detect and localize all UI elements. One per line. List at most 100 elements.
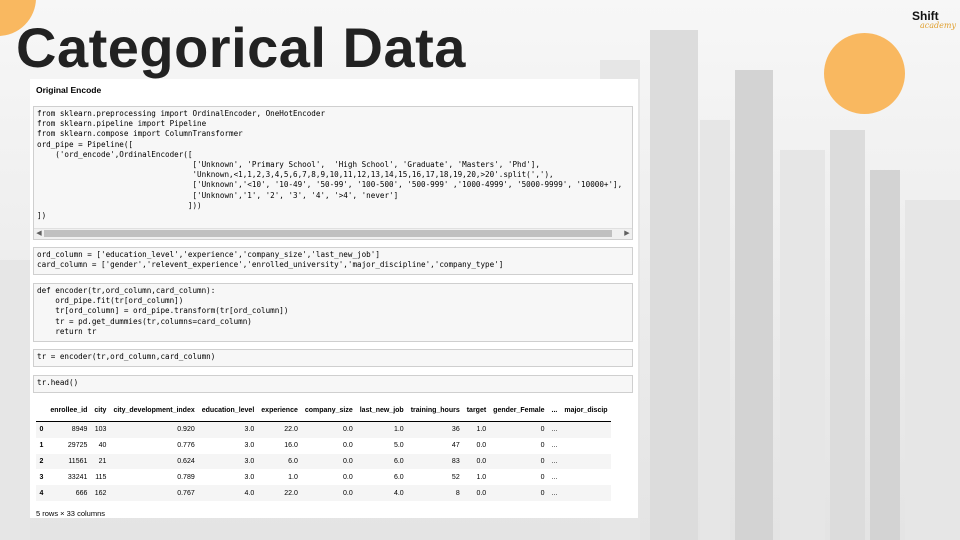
table-cell: 8949 <box>71 426 88 434</box>
table-cell: 1.0 <box>288 473 298 481</box>
table-cell: 0.0 <box>343 426 353 434</box>
table-cell: 3.0 <box>244 457 255 465</box>
column-header: ... <box>551 406 558 414</box>
column-header: city_development_index <box>113 406 195 414</box>
notebook-screenshot: Original Encode from sklearn.preprocessi… <box>30 79 638 518</box>
table-cell: 0.624 <box>177 457 195 465</box>
table-cell: 0 <box>540 442 545 450</box>
table-row: 4 666 162 0.767 4.0 22.0 0.0 4.0 8 0.0 0… <box>36 485 612 501</box>
dataframe-output: enrollee_id city city_development_index … <box>36 399 634 501</box>
table-cell: 16.0 <box>284 442 298 450</box>
table-cell <box>561 422 611 438</box>
table-cell: 0.0 <box>343 489 353 497</box>
table-cell: ... <box>551 426 558 434</box>
table-cell: 52 <box>451 473 460 481</box>
table-row: 2 11561 21 0.624 3.0 6.0 0.0 6.0 83 0.0 … <box>36 453 612 470</box>
table-cell: 4.0 <box>393 489 404 497</box>
table-cell: 0 <box>540 473 545 481</box>
table-cell: 6.0 <box>393 473 404 481</box>
scroll-left-arrow-icon[interactable]: ◀ <box>34 230 44 238</box>
table-cell: 0.789 <box>177 473 195 481</box>
scroll-right-arrow-icon[interactable]: ▶ <box>622 230 632 238</box>
scrollbar-thumb[interactable] <box>44 230 612 237</box>
table-cell: 8 <box>455 489 460 497</box>
table-cell: 0 <box>540 489 545 497</box>
row-index: 4 <box>39 489 44 497</box>
code-text: def encoder(tr,ord_column,card_column): … <box>37 286 289 336</box>
column-header: education_level <box>201 406 255 414</box>
table-cell: 0.776 <box>177 442 195 450</box>
table-cell: 4.0 <box>244 489 255 497</box>
table-cell: 83 <box>451 457 460 465</box>
table-cell: 0.0 <box>476 442 487 450</box>
code-cell-encoder-def[interactable]: def encoder(tr,ord_column,card_column): … <box>33 283 633 342</box>
table-cell <box>561 485 611 501</box>
column-header: company_size <box>304 406 353 414</box>
table-cell: 33241 <box>67 473 88 481</box>
table-cell: 115 <box>95 473 107 481</box>
table-cell: 36 <box>451 426 460 434</box>
table-cell: 0.0 <box>476 489 487 497</box>
logo-sub-text: academy <box>920 21 956 30</box>
table-cell: 3.0 <box>244 426 255 434</box>
table-row: 0 8949 103 0.920 3.0 22.0 0.0 1.0 36 1.0… <box>36 421 612 438</box>
table-cell: ... <box>551 489 558 497</box>
table-cell: 103 <box>94 426 107 434</box>
code-text: from sklearn.preprocessing import Ordina… <box>37 109 623 221</box>
code-cell-columns[interactable]: ord_column = ['education_level','experie… <box>33 247 633 275</box>
table-cell: 29725 <box>67 442 88 450</box>
table-cell: 40 <box>98 442 107 450</box>
row-index: 3 <box>39 473 44 481</box>
column-header: enrollee_id <box>50 406 88 414</box>
column-header <box>36 399 47 422</box>
dataframe-shape-footer: 5 rows × 33 columns <box>36 509 105 518</box>
table-cell: 5.0 <box>393 442 404 450</box>
table-cell: 0.0 <box>343 442 353 450</box>
column-header: last_new_job <box>359 406 404 414</box>
table-cell: 6.0 <box>393 457 404 465</box>
code-cell-head[interactable]: tr.head() <box>33 375 633 393</box>
table-cell: ... <box>551 473 558 481</box>
table-cell: 666 <box>75 489 88 497</box>
table-cell: 22.0 <box>284 489 298 497</box>
table-cell: ... <box>551 457 558 465</box>
table-cell: ... <box>551 442 558 450</box>
row-index: 2 <box>39 457 44 465</box>
table-cell: 1.0 <box>476 426 487 434</box>
table-cell: 22.0 <box>284 426 298 434</box>
row-index: 0 <box>39 426 44 434</box>
section-heading: Original Encode <box>36 85 102 95</box>
code-cell-imports-pipeline[interactable]: from sklearn.preprocessing import Ordina… <box>33 106 633 240</box>
table-cell: 0 <box>540 426 545 434</box>
horizontal-scrollbar[interactable]: ◀ ▶ <box>34 228 632 239</box>
column-header: city <box>94 406 107 414</box>
table-cell: 1.0 <box>393 426 404 434</box>
table-cell: 0 <box>540 457 545 465</box>
table-cell: 11561 <box>68 457 88 465</box>
table-row: 1 29725 40 0.776 3.0 16.0 0.0 5.0 47 0.0… <box>36 438 611 454</box>
table-cell: 0.0 <box>343 473 353 481</box>
dataframe-table: enrollee_id city city_development_index … <box>36 399 612 501</box>
table-cell: 47 <box>451 442 460 450</box>
table-cell: 21 <box>98 457 107 465</box>
table-row: 3 33241 115 0.789 3.0 1.0 0.0 6.0 52 1.0… <box>36 469 611 485</box>
column-header: experience <box>261 406 298 414</box>
code-text: ord_column = ['education_level','experie… <box>37 250 504 270</box>
shift-academy-logo: Shift academy <box>912 10 956 30</box>
code-cell-encoder-call[interactable]: tr = encoder(tr,ord_column,card_column) <box>33 349 633 367</box>
column-header: training_hours <box>410 406 460 414</box>
row-index: 1 <box>39 442 44 450</box>
table-cell: 3.0 <box>244 473 255 481</box>
column-header: target <box>466 406 487 414</box>
code-text: tr = encoder(tr,ord_column,card_column) <box>37 352 216 361</box>
slide-title: Categorical Data <box>16 16 466 79</box>
table-header-row: enrollee_id city city_development_index … <box>36 399 612 422</box>
table-cell: 0.0 <box>476 457 487 465</box>
table-cell: 0.0 <box>343 457 353 465</box>
table-cell: 6.0 <box>288 457 298 465</box>
table-cell <box>561 454 611 470</box>
column-header: gender_Female <box>493 406 545 414</box>
column-header: major_discip <box>564 406 608 414</box>
table-cell <box>561 438 611 454</box>
table-cell: 0.920 <box>177 426 195 434</box>
